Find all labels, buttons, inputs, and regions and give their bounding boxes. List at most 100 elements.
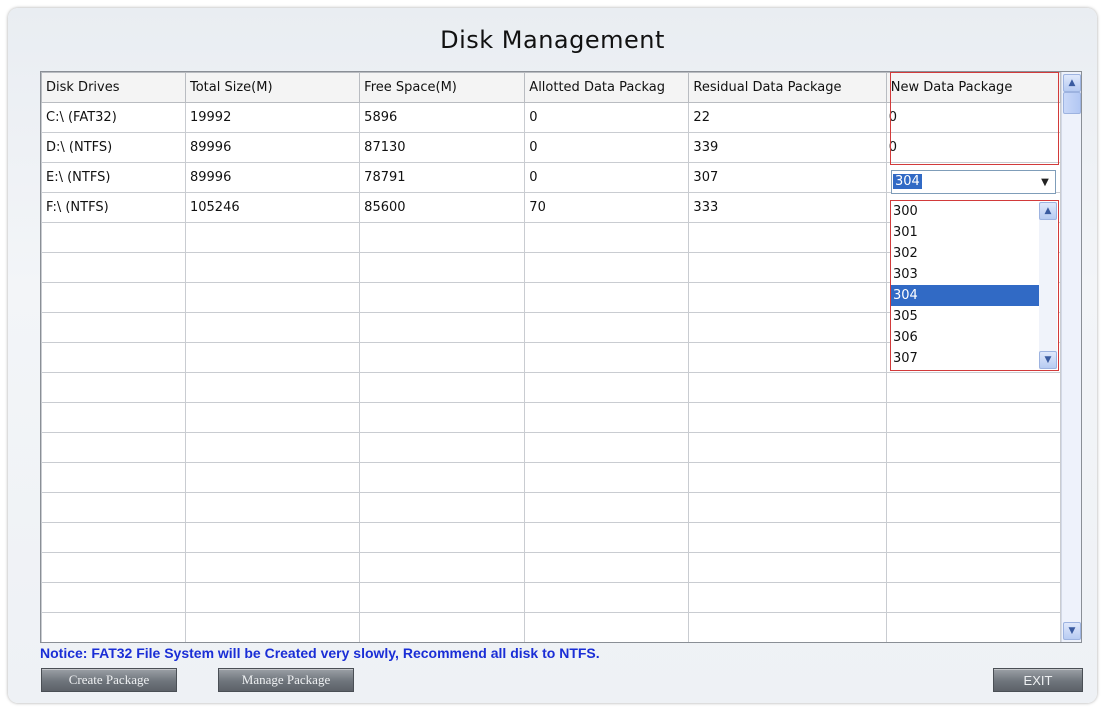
chevron-down-icon[interactable]: ▼ xyxy=(1036,172,1054,192)
combo-selected-value[interactable]: 304 xyxy=(893,174,922,189)
table-row[interactable]: D:\ (NTFS) 89996 87130 0 339 0 xyxy=(41,132,1062,163)
empty-cell xyxy=(688,342,887,373)
empty-cell xyxy=(41,312,186,343)
empty-cell xyxy=(885,462,1062,493)
empty-cell xyxy=(41,612,186,642)
dropdown-option[interactable]: 304 xyxy=(891,285,1039,306)
empty-cell xyxy=(184,522,361,553)
dropdown-option[interactable]: 301 xyxy=(891,222,1039,243)
empty-cell xyxy=(688,432,887,463)
dropdown-option[interactable]: 306 xyxy=(891,327,1039,348)
empty-cell xyxy=(359,282,526,313)
cell-disk-drive: D:\ (NTFS) xyxy=(41,132,186,163)
cell-free-space: 5896 xyxy=(359,102,526,133)
scrollbar-thumb[interactable] xyxy=(1063,92,1081,114)
dropdown-option[interactable]: 302 xyxy=(891,243,1039,264)
disk-management-window: Disk Management Disk Drives Total Size(M… xyxy=(8,8,1097,703)
empty-cell xyxy=(885,492,1062,523)
exit-button[interactable]: EXIT xyxy=(993,668,1083,692)
empty-cell xyxy=(41,552,186,583)
cell-allotted-package: 0 xyxy=(524,132,690,163)
notice-text: Notice: FAT32 File System will be Create… xyxy=(40,645,600,661)
scroll-up-icon[interactable]: ▲ xyxy=(1063,74,1081,92)
scroll-up-icon[interactable]: ▲ xyxy=(1039,202,1057,220)
col-header-free-space[interactable]: Free Space(M) xyxy=(359,72,526,103)
empty-table-row xyxy=(41,612,1062,642)
empty-cell xyxy=(184,432,361,463)
cell-free-space: 87130 xyxy=(359,132,526,163)
cell-residual-package: 307 xyxy=(688,162,887,193)
empty-table-row xyxy=(41,432,1062,463)
empty-cell xyxy=(41,402,186,433)
empty-cell xyxy=(359,582,526,613)
new-package-dropdown-list[interactable]: 300 301 302 303 304 305 306 307 ▲ ▼ xyxy=(890,200,1059,371)
empty-cell xyxy=(524,522,690,553)
cell-residual-package: 333 xyxy=(688,192,887,223)
empty-cell xyxy=(359,432,526,463)
empty-cell xyxy=(184,312,361,343)
empty-cell xyxy=(524,582,690,613)
empty-cell xyxy=(184,552,361,583)
dropdown-scrollbar[interactable]: ▲ ▼ xyxy=(1039,202,1057,369)
empty-cell xyxy=(41,462,186,493)
empty-cell xyxy=(524,432,690,463)
empty-cell xyxy=(41,432,186,463)
empty-cell xyxy=(359,342,526,373)
dropdown-option[interactable]: 305 xyxy=(891,306,1039,327)
empty-cell xyxy=(524,402,690,433)
empty-cell xyxy=(688,582,887,613)
col-header-residual-package[interactable]: Residual Data Package xyxy=(688,72,887,103)
dropdown-option[interactable]: 307 xyxy=(891,348,1039,369)
cell-free-space: 85600 xyxy=(359,192,526,223)
empty-cell xyxy=(41,342,186,373)
cell-disk-drive: E:\ (NTFS) xyxy=(41,162,186,193)
cell-residual-package: 22 xyxy=(688,102,887,133)
cell-new-package[interactable]: 0 xyxy=(885,102,1062,133)
empty-cell xyxy=(885,522,1062,553)
empty-cell xyxy=(184,252,361,283)
window-title: Disk Management xyxy=(440,26,665,54)
empty-cell xyxy=(184,582,361,613)
empty-table-row xyxy=(41,522,1062,553)
empty-cell xyxy=(184,462,361,493)
new-package-combo[interactable]: 304 ▼ xyxy=(891,170,1056,194)
col-header-allotted-package[interactable]: Allotted Data Packag xyxy=(524,72,690,103)
empty-cell xyxy=(688,282,887,313)
table-scrollbar[interactable]: ▲ ▼ xyxy=(1061,72,1081,642)
col-header-new-package[interactable]: New Data Package xyxy=(885,72,1062,103)
empty-cell xyxy=(41,282,186,313)
create-package-button[interactable]: Create Package xyxy=(41,668,177,692)
empty-table-row xyxy=(41,552,1062,583)
empty-cell xyxy=(524,282,690,313)
empty-cell xyxy=(184,222,361,253)
scroll-down-icon[interactable]: ▼ xyxy=(1063,622,1081,640)
empty-cell xyxy=(524,312,690,343)
dropdown-option[interactable]: 300 xyxy=(891,201,1039,222)
cell-total-size: 89996 xyxy=(184,132,361,163)
empty-cell xyxy=(184,372,361,403)
cell-allotted-package: 0 xyxy=(524,102,690,133)
col-header-total-size[interactable]: Total Size(M) xyxy=(184,72,361,103)
empty-cell xyxy=(688,402,887,433)
dropdown-option[interactable]: 303 xyxy=(891,264,1039,285)
empty-cell xyxy=(359,252,526,283)
empty-table-row xyxy=(41,402,1062,433)
empty-cell xyxy=(688,252,887,283)
empty-cell xyxy=(524,222,690,253)
empty-cell xyxy=(885,372,1062,403)
empty-cell xyxy=(524,552,690,583)
col-header-disk-drives[interactable]: Disk Drives xyxy=(41,72,186,103)
table-row[interactable]: C:\ (FAT32) 19992 5896 0 22 0 xyxy=(41,102,1062,133)
empty-cell xyxy=(885,582,1062,613)
cell-total-size: 105246 xyxy=(184,192,361,223)
empty-cell xyxy=(359,462,526,493)
manage-package-button[interactable]: Manage Package xyxy=(218,668,354,692)
empty-cell xyxy=(688,552,887,583)
empty-cell xyxy=(41,372,186,403)
empty-cell xyxy=(359,612,526,642)
empty-cell xyxy=(885,432,1062,463)
empty-cell xyxy=(524,372,690,403)
cell-new-package[interactable]: 0 xyxy=(885,132,1062,163)
empty-cell xyxy=(184,612,361,642)
scroll-down-icon[interactable]: ▼ xyxy=(1039,351,1057,369)
